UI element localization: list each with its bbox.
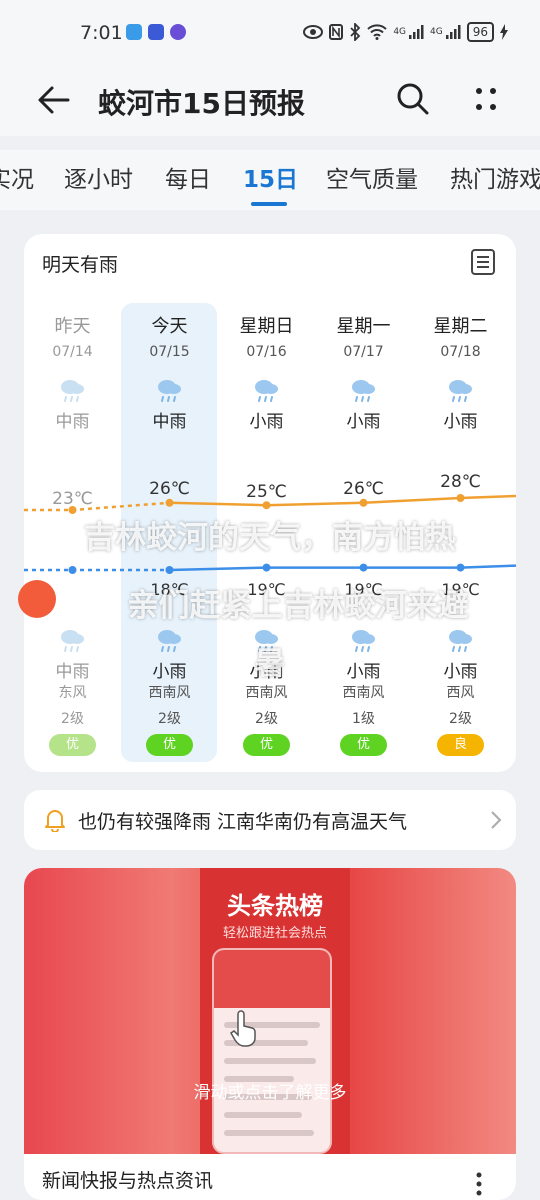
page-title: 蛟河市15日预报: [98, 87, 305, 120]
high-temperature: 26℃: [343, 479, 384, 499]
wind-level: 2级: [449, 711, 472, 727]
rain-cloud-icon: [61, 380, 84, 402]
more-options-icon[interactable]: [474, 84, 498, 114]
forecast-day-column[interactable]: 今天 07/15 中雨 26℃ 18℃ 小雨 西南风 2级优: [121, 234, 218, 772]
tab-popular-games[interactable]: 热门游戏: [450, 160, 540, 194]
forecast-day-column[interactable]: 星期二 07/18 小雨 28℃ 19℃ 小雨 西风 2级良: [412, 234, 509, 772]
battery-level: 96: [466, 22, 494, 42]
rain-cloud-icon: [255, 380, 278, 402]
day-date: 07/16: [246, 344, 287, 360]
banner-hint: 滑动或点击了解更多: [193, 1083, 347, 1103]
wifi-icon: [367, 24, 388, 40]
wind-direction: 西南风: [342, 685, 385, 701]
forecast-tabs: 实况 逐小时 每日 15日 空气质量 热门游戏: [0, 150, 540, 210]
phone-mockup-line: [224, 1130, 314, 1136]
tab-15-day[interactable]: 15日: [243, 160, 298, 194]
wind-level: 2级: [61, 711, 84, 727]
aqi-badge: 优: [49, 734, 96, 756]
day-name: 昨天: [54, 316, 91, 337]
day-name: 星期二: [433, 316, 488, 337]
day-date: 07/15: [149, 344, 190, 360]
video-caption-line: 亲们赶紧上吉林蛟河来避: [127, 588, 469, 624]
tab-air-quality[interactable]: 空气质量: [326, 160, 418, 194]
forecast-day-column[interactable]: 星期一 07/17 小雨 26℃ 19℃ 小雨 西南风 1级优: [315, 234, 412, 772]
app-notification-icon: [148, 24, 164, 40]
nfc-icon: [329, 24, 344, 40]
high-temperature: 25℃: [246, 482, 287, 502]
high-temperature: 26℃: [149, 479, 190, 499]
day-condition: 小雨: [346, 412, 381, 432]
day-condition: 中雨: [152, 412, 187, 432]
network-label: 4G: [430, 27, 443, 37]
wind-direction: 西南风: [245, 685, 288, 701]
aqi-badge: 优: [340, 734, 387, 756]
day-condition: 小雨: [249, 412, 284, 432]
tap-hand-icon: [230, 1010, 256, 1047]
active-tab-indicator: [251, 202, 287, 206]
network-label: 4G: [393, 27, 407, 37]
phone-mockup-line: [224, 1058, 316, 1064]
rain-cloud-icon: [158, 380, 181, 402]
day-date: 07/17: [343, 344, 384, 360]
wind-direction: 西南风: [148, 685, 191, 701]
tab-hourly[interactable]: 逐小时: [64, 160, 133, 194]
video-caption-line: 暑: [254, 646, 286, 682]
phone-mockup-image: [212, 948, 332, 1154]
more-vertical-icon[interactable]: [476, 1172, 482, 1196]
charging-icon: [500, 24, 508, 40]
status-bar: 7:01 4G 4G 96: [0, 0, 540, 66]
alert-text: 也仍有较强降雨 江南华南仍有高温天气: [78, 811, 408, 833]
wind-level: 1级: [352, 711, 375, 727]
news-card[interactable]: 头条热榜 轻松跟进社会热点 滑动或点击了解更多 新闻快报与热点资讯: [24, 868, 516, 1200]
day-name: 星期日: [239, 316, 294, 337]
day-date: 07/14: [52, 344, 93, 360]
eye-icon: [303, 25, 324, 39]
high-temperature: 23℃: [52, 489, 93, 509]
status-app-icons: [126, 24, 186, 40]
forecast-day-column[interactable]: 昨天 07/14 中雨 23℃ 中雨 东风 2级优: [24, 234, 121, 772]
wind-direction: 西风: [446, 685, 475, 701]
weather-alert-banner[interactable]: 也仍有较强降雨 江南华南仍有高温天气: [24, 790, 516, 850]
forecast-day-column[interactable]: 星期日 07/16 小雨 25℃ 19℃ 小雨 西南风 2级优: [218, 234, 315, 772]
rain-cloud-icon: [352, 380, 375, 402]
news-banner[interactable]: 头条热榜 轻松跟进社会热点 滑动或点击了解更多: [24, 868, 516, 1154]
wind-direction: 东风: [58, 685, 87, 701]
app-bar: 蛟河市15日预报: [0, 66, 540, 136]
high-temperature: 28℃: [440, 472, 481, 492]
video-caption-line: 吉林蛟河的天气，南方怕热: [84, 520, 456, 556]
aqi-badge: 良: [437, 734, 484, 756]
phone-mockup-line: [224, 1112, 302, 1118]
bluetooth-icon: [350, 23, 361, 41]
rain-cloud-icon: [449, 380, 472, 402]
aqi-badge: 优: [146, 734, 193, 756]
forecast-card: 明天有雨 昨天 07/14 中雨 23℃ 中雨 东风 2级优今天 07/15 中雨 26℃ 18℃ 小…: [24, 234, 516, 772]
status-indicators: 4G 4G 96: [303, 22, 508, 42]
day-name: 今天: [151, 316, 188, 337]
search-icon[interactable]: [396, 82, 430, 116]
day-condition: 中雨: [55, 412, 90, 432]
back-arrow-icon[interactable]: [36, 82, 72, 118]
banner-title: 头条热榜: [227, 892, 323, 920]
day-name: 星期一: [336, 316, 391, 337]
news-card-title: 新闻快报与热点资讯: [42, 1170, 214, 1192]
banner-subtitle: 轻松跟进社会热点: [222, 926, 327, 941]
signal-icon: [445, 25, 461, 39]
tab-daily[interactable]: 每日: [165, 160, 211, 194]
status-time: 7:01: [80, 22, 123, 44]
aqi-badge: 优: [243, 734, 290, 756]
wind-level: 2级: [158, 711, 181, 727]
bell-icon: [45, 810, 65, 832]
app-notification-icon: [126, 24, 142, 40]
day-condition: 小雨: [443, 412, 478, 432]
phone-mockup-header: [214, 950, 330, 1008]
signal-icon: [409, 25, 424, 39]
tab-realtime[interactable]: 实况: [0, 160, 34, 194]
chevron-right-icon: [491, 811, 502, 829]
day-date: 07/18: [440, 344, 481, 360]
music-icon: [170, 24, 186, 40]
wind-level: 2级: [255, 711, 278, 727]
